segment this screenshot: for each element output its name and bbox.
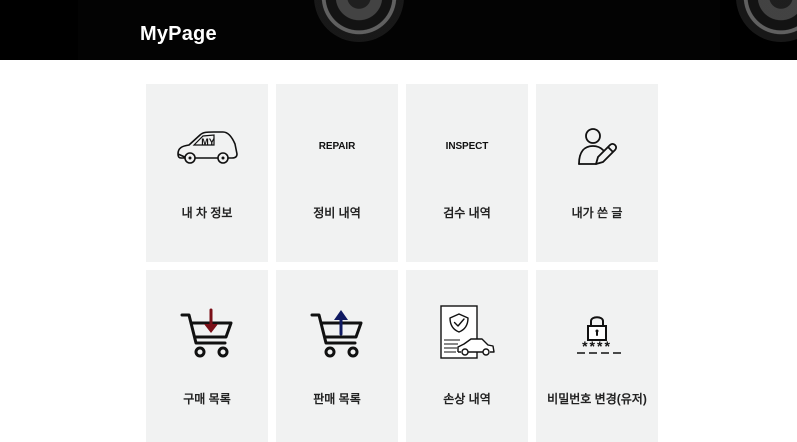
menu-card-purchase-list[interactable]: 구매 목록 — [146, 270, 268, 442]
menu-label-my-posts: 내가 쓴 글 — [571, 206, 623, 220]
menu-label-sales-list: 판매 목록 — [313, 392, 361, 406]
menu-card-change-password[interactable]: **** 비밀번호 변경(유저) — [536, 270, 658, 442]
menu-card-sales-list[interactable]: 판매 목록 — [276, 270, 398, 442]
menu-label-damage-history: 손상 내역 — [443, 392, 491, 406]
menu-label-repair-history: 정비 내역 — [313, 206, 361, 220]
menu-card-repair-history[interactable]: REPAIR 정비 내역 — [276, 84, 398, 262]
inspect-text-icon: INSPECT — [406, 120, 528, 174]
menu-card-inspection-history[interactable]: INSPECT 검수 내역 — [406, 84, 528, 262]
menu-card-my-car-info[interactable]: MY 내 차 정보 — [146, 84, 268, 262]
car-icon-text: MY — [201, 137, 215, 147]
menu-card-damage-history[interactable]: 손상 내역 — [406, 270, 528, 442]
mypage-menu-grid: MY 내 차 정보 REPAIR 정비 내역 INSPECT 검수 내역 내가 … — [146, 84, 658, 442]
wheel-image-right — [736, 0, 797, 42]
car-icon: MY — [146, 120, 268, 174]
menu-label-inspection-history: 검수 내역 — [443, 206, 491, 220]
menu-card-my-posts[interactable]: 내가 쓴 글 — [536, 84, 658, 262]
damage-report-icon — [406, 305, 528, 360]
repair-icon-text: REPAIR — [318, 140, 356, 152]
lock-password-icon: **** — [536, 306, 658, 360]
user-edit-icon — [536, 120, 658, 174]
page-title: MyPage — [140, 23, 217, 45]
menu-label-change-password: 비밀번호 변경(유저) — [547, 392, 647, 406]
menu-label-purchase-list: 구매 목록 — [183, 392, 231, 406]
repair-text-icon: REPAIR — [276, 120, 398, 174]
password-icon-text: **** — [582, 338, 612, 354]
inspect-icon-text: INSPECT — [445, 140, 489, 152]
cart-up-icon — [276, 306, 398, 360]
wheel-image-left — [314, 0, 404, 42]
menu-label-my-car-info: 내 차 정보 — [181, 206, 233, 220]
cart-down-icon — [146, 306, 268, 360]
page-header: MyPage — [0, 0, 797, 60]
